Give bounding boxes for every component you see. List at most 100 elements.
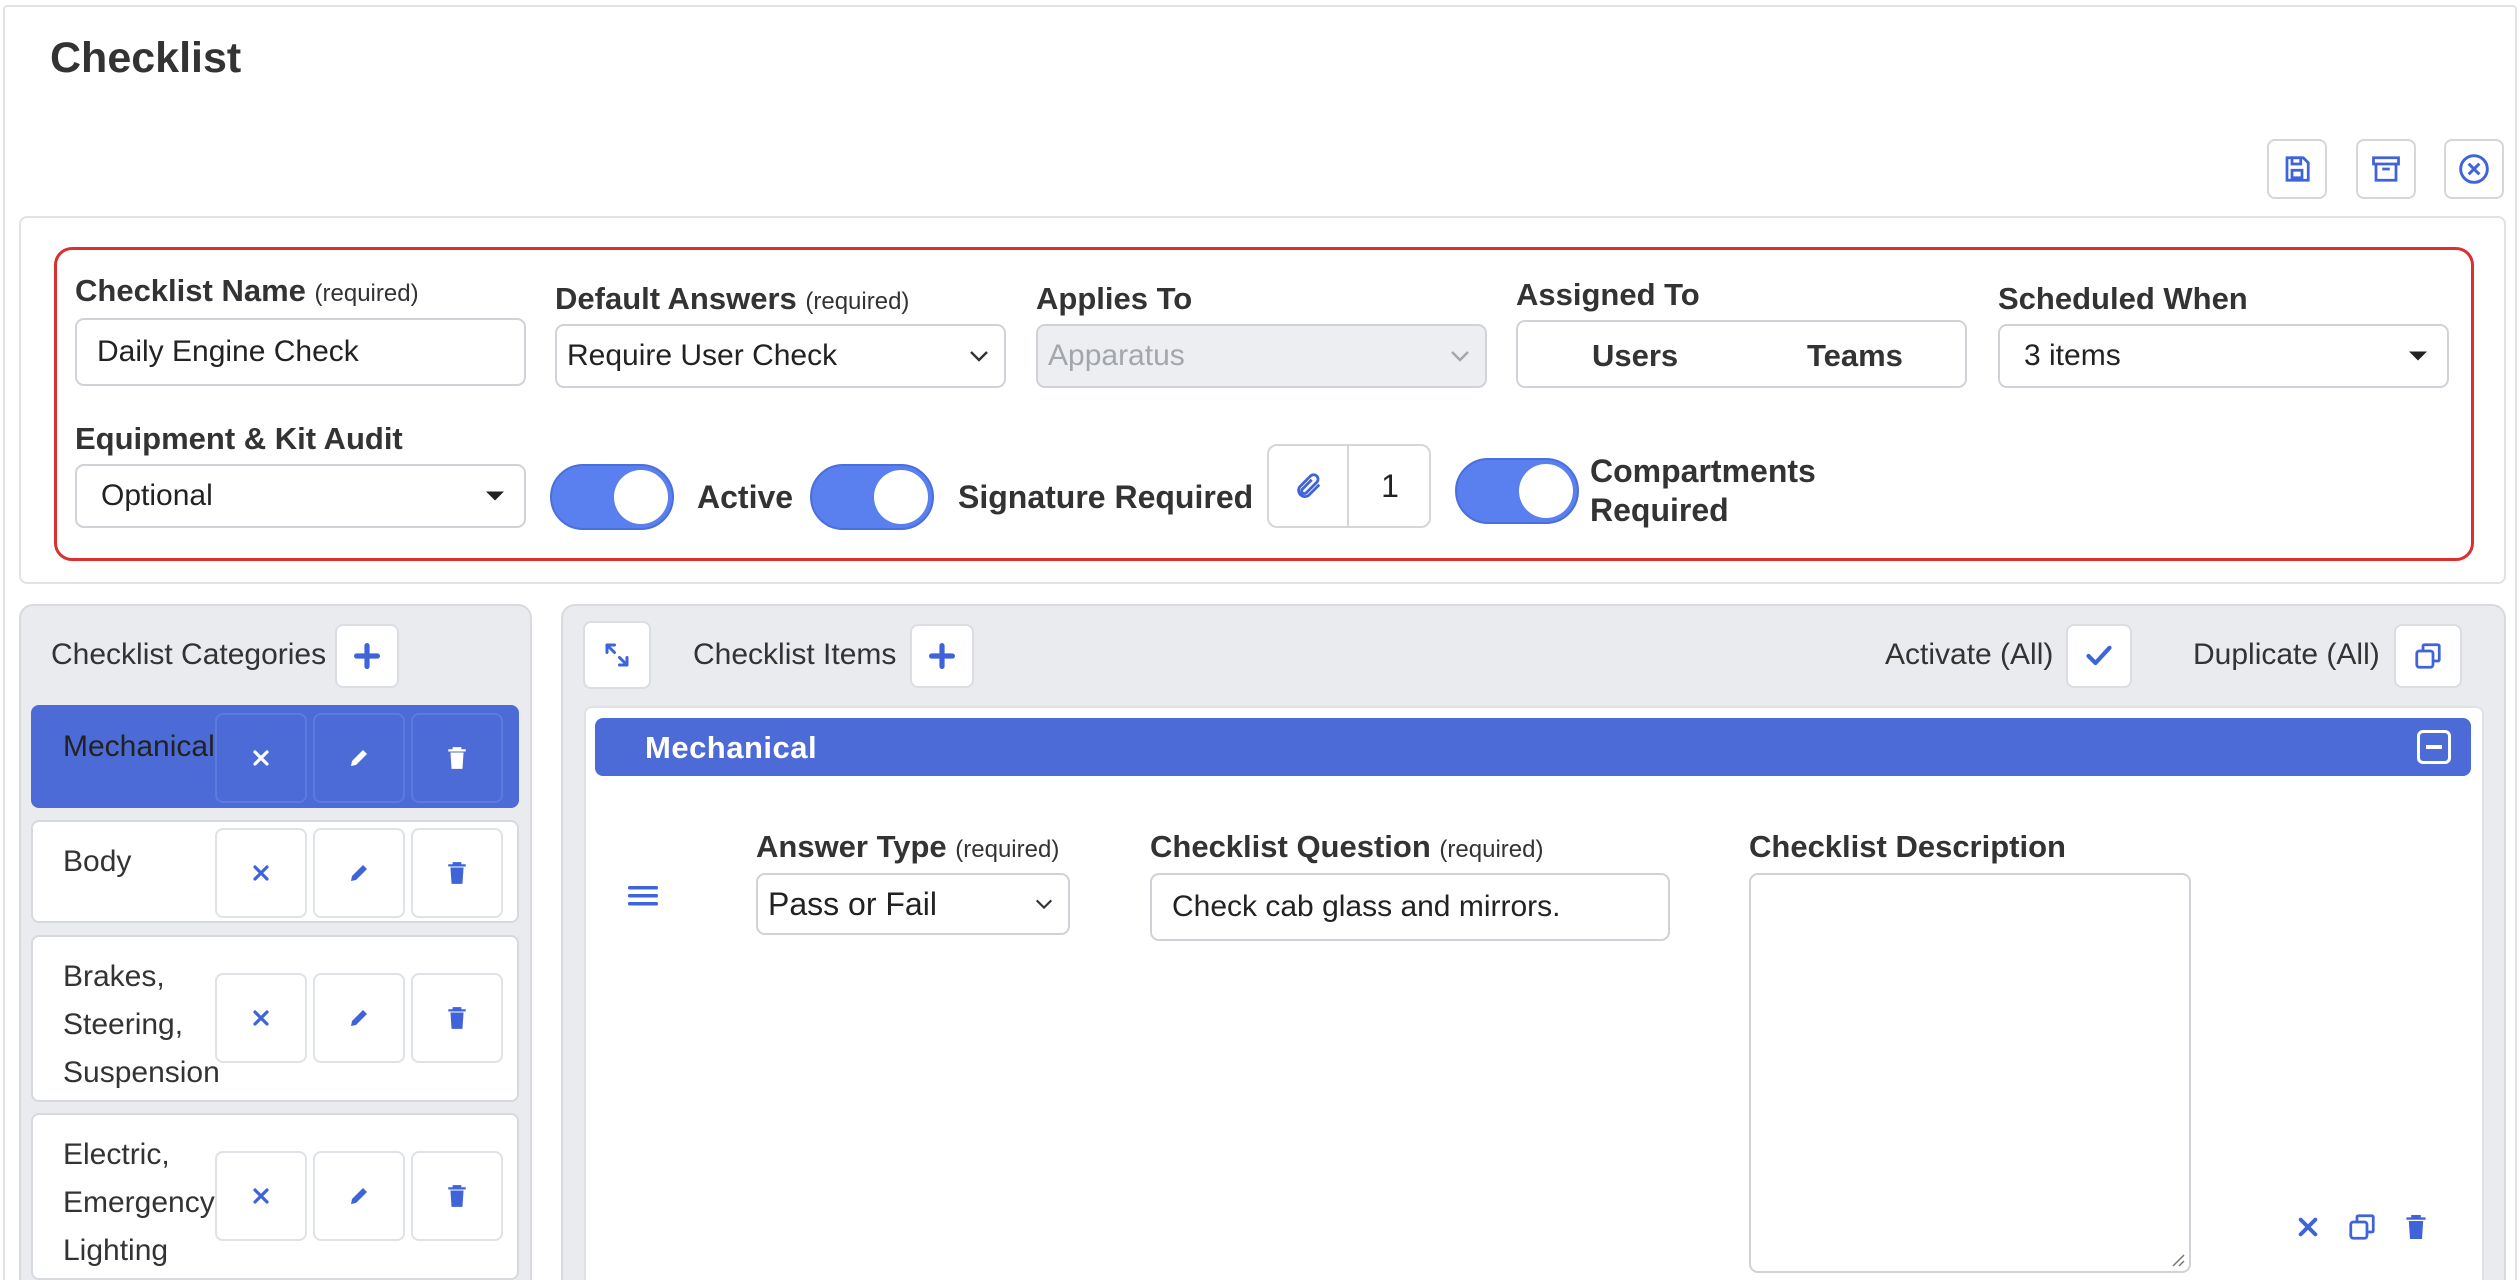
trash-icon: [448, 747, 466, 769]
category-item-mechanical[interactable]: Mechanical: [31, 705, 519, 808]
expand-button[interactable]: [583, 621, 651, 689]
categories-title: Checklist Categories: [51, 638, 327, 671]
x-icon: [253, 865, 269, 881]
edit-category-button[interactable]: [313, 1151, 405, 1241]
checklist-name-label: Checklist Name (required): [75, 273, 419, 308]
toggle-knob: [614, 470, 668, 524]
deactivate-category-button[interactable]: [215, 973, 307, 1063]
category-label: Body: [63, 845, 132, 878]
checklist-question-label: Checklist Question (required): [1150, 829, 1544, 864]
deactivate-category-button[interactable]: [215, 713, 307, 803]
delete-category-button[interactable]: [411, 1151, 503, 1241]
assigned-teams-button[interactable]: Teams: [1807, 338, 1903, 374]
x-icon: [2298, 1217, 2318, 1237]
category-item-electric[interactable]: Electric, Emergency Lighting: [31, 1113, 519, 1280]
plus-icon: [354, 643, 380, 669]
scheduled-when-dropdown[interactable]: 3 items: [1998, 324, 2449, 388]
paperclip-icon: [1297, 473, 1321, 498]
equipment-audit-label: Equipment & Kit Audit: [75, 421, 403, 456]
collapse-section-button[interactable]: [2417, 730, 2451, 764]
duplicate-all-label: Duplicate (All): [2193, 638, 2380, 671]
delete-category-button[interactable]: [411, 828, 503, 918]
checklist-description-textarea[interactable]: [1749, 873, 2191, 1273]
expand-icon: [605, 643, 629, 667]
answer-type-label: Answer Type (required): [756, 829, 1060, 864]
attachments-count: 1: [1381, 467, 1399, 504]
deactivate-category-button[interactable]: [215, 1151, 307, 1241]
activate-all-label: Activate (All): [1885, 638, 2054, 671]
pencil-icon: [351, 1010, 367, 1026]
drag-handle[interactable]: [628, 884, 658, 913]
deactivate-category-button[interactable]: [215, 828, 307, 918]
save-icon: [2285, 156, 2310, 182]
assigned-to-label: Assigned To: [1516, 277, 1700, 312]
attachments-group: 1: [1267, 444, 1431, 528]
page-title: Checklist: [50, 34, 242, 82]
active-toggle[interactable]: [550, 464, 674, 530]
section-title: Mechanical: [645, 730, 818, 765]
signature-required-toggle[interactable]: [810, 464, 934, 530]
x-icon: [253, 750, 269, 766]
x-icon: [253, 1188, 269, 1204]
category-item-brakes[interactable]: Brakes, Steering, Suspension: [31, 935, 519, 1102]
check-icon: [2086, 645, 2112, 666]
close-circle-icon: [2459, 154, 2489, 184]
resize-grip-icon[interactable]: [2169, 1251, 2185, 1267]
scheduled-when-label: Scheduled When: [1998, 281, 2248, 316]
active-label: Active: [697, 479, 794, 515]
add-category-button[interactable]: [335, 624, 399, 688]
copy-icon: [2349, 1214, 2375, 1240]
checklist-question-input[interactable]: Check cab glass and mirrors.: [1150, 873, 1670, 941]
compartments-required-toggle[interactable]: [1455, 458, 1579, 524]
category-label: Brakes, Steering, Suspension: [63, 960, 220, 1089]
attachment-button[interactable]: [1269, 446, 1349, 526]
signature-required-label: Signature Required: [958, 479, 1254, 515]
toggle-knob: [874, 470, 928, 524]
duplicate-item-button[interactable]: [2336, 1205, 2388, 1249]
answer-type-select[interactable]: Pass or Fail: [756, 873, 1070, 935]
applies-to-label: Applies To: [1036, 281, 1193, 316]
archive-icon: [2372, 156, 2400, 182]
toggle-knob: [1519, 464, 1573, 518]
chevron-down-icon: [970, 351, 988, 362]
item-card: [584, 706, 2484, 1280]
assigned-users-button[interactable]: Users: [1592, 338, 1678, 374]
section-header: Mechanical: [595, 718, 2471, 776]
items-title: Checklist Items: [693, 638, 897, 671]
save-button[interactable]: [2267, 139, 2327, 199]
add-item-button[interactable]: [910, 624, 974, 688]
category-label: Mechanical: [63, 730, 215, 763]
delete-item-button[interactable]: [2388, 1205, 2444, 1249]
edit-category-button[interactable]: [313, 828, 405, 918]
pencil-icon: [351, 1188, 367, 1204]
checklist-name-input[interactable]: Daily Engine Check: [75, 318, 526, 386]
duplicate-all-button[interactable]: [2394, 624, 2462, 688]
pencil-icon: [351, 865, 367, 881]
delete-category-button[interactable]: [411, 713, 503, 803]
chevron-down-icon: [1035, 899, 1053, 910]
delete-category-button[interactable]: [411, 973, 503, 1063]
x-icon: [253, 1010, 269, 1026]
category-label: Electric, Emergency Lighting: [63, 1138, 215, 1267]
applies-to-select: Apparatus: [1036, 324, 1487, 388]
edit-category-button[interactable]: [313, 973, 405, 1063]
trash-icon: [448, 1185, 466, 1207]
assigned-to-group: Users Teams: [1516, 320, 1967, 388]
minus-icon: [2426, 745, 2442, 749]
caret-down-icon: [2409, 351, 2427, 361]
bars-icon: [628, 886, 658, 906]
equipment-audit-dropdown[interactable]: Optional: [75, 464, 526, 528]
edit-category-button[interactable]: [313, 713, 405, 803]
default-answers-select[interactable]: Require User Check: [555, 324, 1006, 388]
caret-down-icon: [486, 491, 504, 501]
archive-button[interactable]: [2356, 139, 2416, 199]
deactivate-item-button[interactable]: [2280, 1205, 2336, 1249]
compartments-required-label: Compartments Required: [1590, 453, 1816, 528]
category-item-body[interactable]: Body: [31, 820, 519, 923]
checklist-description-label: Checklist Description: [1749, 829, 2066, 864]
close-button[interactable]: [2444, 139, 2504, 199]
copy-icon: [2415, 643, 2441, 669]
trash-icon: [448, 1007, 466, 1029]
activate-all-button[interactable]: [2066, 624, 2132, 688]
default-answers-label: Default Answers (required): [555, 281, 910, 316]
